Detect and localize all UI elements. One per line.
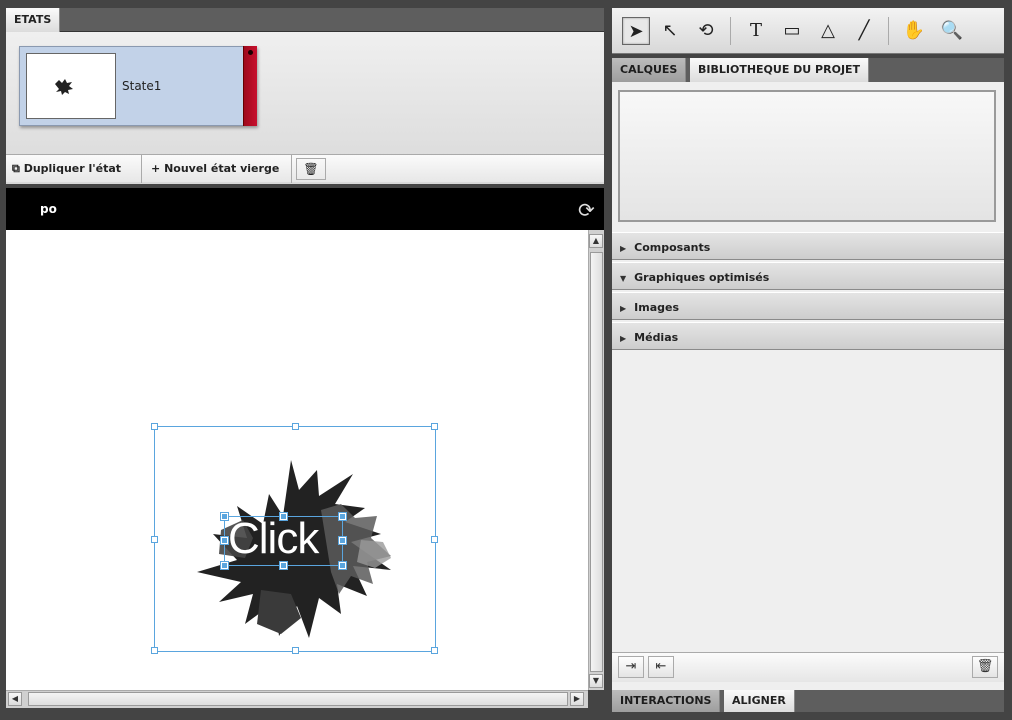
duplicate-icon: ⧉ [12, 162, 20, 175]
export-icon[interactable]: ⇤ [648, 656, 674, 678]
chevron-right-icon: ▶ [620, 334, 627, 343]
section-label: Médias [634, 331, 679, 344]
chevron-right-icon: ▶ [620, 244, 627, 253]
text-handle-br[interactable] [338, 561, 347, 570]
library-preview [618, 90, 996, 222]
library-tabbar: CALQUES BIBLIOTHEQUE DU PROJET [612, 58, 1004, 82]
tool-divider [730, 17, 731, 45]
app-window: ETATS State1 ⧉ Dupliquer l'état + Nouvel… [0, 0, 1012, 720]
scroll-left-icon[interactable]: ◀ [8, 692, 22, 706]
tool-divider [888, 17, 889, 45]
resize-handle-br[interactable] [431, 647, 438, 654]
scroll-right-icon[interactable]: ▶ [570, 692, 584, 706]
section-label: Images [634, 301, 680, 314]
tab-project-library[interactable]: BIBLIOTHEQUE DU PROJET [690, 58, 870, 82]
text-handle-bl[interactable] [220, 561, 229, 570]
text-handle-tr[interactable] [338, 512, 347, 521]
vertical-scroll-thumb[interactable] [590, 252, 603, 672]
section-label: Graphiques optimisés [634, 271, 770, 284]
tools-panel: ➤ ↖ ⟲ T ▭ △ ╱ ✋ 🔍 [612, 8, 1004, 54]
scroll-up-icon[interactable]: ▲ [589, 234, 603, 248]
horizontal-scrollbar[interactable]: ◀ ▶ [6, 690, 588, 708]
zoom-tool-icon[interactable]: 🔍 [938, 17, 966, 45]
resize-handle-l[interactable] [151, 536, 158, 543]
line-tool-icon[interactable]: ╱ [850, 17, 878, 45]
duplicate-label: Dupliquer l'état [23, 162, 122, 175]
trash-icon[interactable]: 🗑 [296, 158, 326, 180]
section-components[interactable]: ▶ Composants [612, 232, 1004, 260]
resize-handle-t[interactable] [292, 423, 299, 430]
text-handle-l[interactable] [220, 536, 229, 545]
section-media[interactable]: ▶ Médias [612, 322, 1004, 350]
section-optimized-graphics[interactable]: ▼ Graphiques optimisés [612, 262, 1004, 290]
states-tabbar: ETATS [6, 8, 604, 32]
new-state-label: Nouvel état vierge [164, 162, 280, 175]
library-panel: CALQUES BIBLIOTHEQUE DU PROJET ▶ Composan… [612, 58, 1004, 690]
resize-handle-tl[interactable] [151, 423, 158, 430]
shape-tool-icon[interactable]: △ [814, 17, 842, 45]
select-tool-icon[interactable]: ➤ [622, 17, 650, 45]
resize-handle-r[interactable] [431, 536, 438, 543]
text-selection-box[interactable] [220, 512, 347, 570]
text-handle-t[interactable] [279, 512, 288, 521]
chevron-down-icon: ▼ [620, 274, 627, 283]
state-color-strip [243, 46, 257, 126]
states-panel: ETATS State1 ⧉ Dupliquer l'état + Nouvel… [6, 8, 604, 184]
tab-align[interactable]: ALIGNER [724, 690, 795, 712]
text-handle-tl[interactable] [220, 512, 229, 521]
page-title: po [40, 202, 57, 216]
section-label: Composants [634, 241, 711, 254]
library-toolbar: ⇥ ⇤ 🗑 [612, 652, 1004, 682]
scroll-down-icon[interactable]: ▼ [589, 674, 603, 688]
state-thumbnail [26, 53, 116, 119]
splat-thumbnail-icon [55, 79, 73, 95]
horizontal-scroll-thumb[interactable] [28, 692, 568, 706]
resize-handle-b[interactable] [292, 647, 299, 654]
refresh-icon[interactable]: ⟳ [578, 198, 595, 222]
section-images[interactable]: ▶ Images [612, 292, 1004, 320]
tab-interactions[interactable]: INTERACTIONS [612, 690, 721, 712]
transform-tool-icon[interactable]: ⟲ [692, 17, 720, 45]
state-name: State1 [122, 79, 162, 93]
text-tool-icon[interactable]: T [742, 17, 770, 45]
state-card[interactable]: State1 [19, 46, 257, 126]
new-state-button[interactable]: + Nouvel état vierge [142, 155, 292, 183]
trash-icon[interactable]: 🗑 [972, 656, 998, 678]
vertical-scrollbar[interactable]: ▲ ▼ [588, 230, 604, 690]
states-toolbar: ⧉ Dupliquer l'état + Nouvel état vierge … [6, 154, 604, 183]
resize-handle-tr[interactable] [431, 423, 438, 430]
direct-select-tool-icon[interactable]: ↖ [656, 17, 684, 45]
duplicate-state-button[interactable]: ⧉ Dupliquer l'état [6, 155, 142, 183]
text-handle-r[interactable] [338, 536, 347, 545]
tab-states[interactable]: ETATS [6, 8, 61, 32]
rectangle-tool-icon[interactable]: ▭ [778, 17, 806, 45]
tab-layers[interactable]: CALQUES [612, 58, 687, 82]
resize-handle-bl[interactable] [151, 647, 158, 654]
hand-tool-icon[interactable]: ✋ [900, 17, 928, 45]
bottom-tabbar: INTERACTIONS ALIGNER [612, 690, 1004, 712]
design-canvas[interactable]: Click [6, 230, 588, 690]
text-handle-b[interactable] [279, 561, 288, 570]
canvas-header: po ⟳ [6, 188, 604, 230]
plus-icon: + [151, 162, 161, 175]
chevron-right-icon: ▶ [620, 304, 627, 313]
import-icon[interactable]: ⇥ [618, 656, 644, 678]
